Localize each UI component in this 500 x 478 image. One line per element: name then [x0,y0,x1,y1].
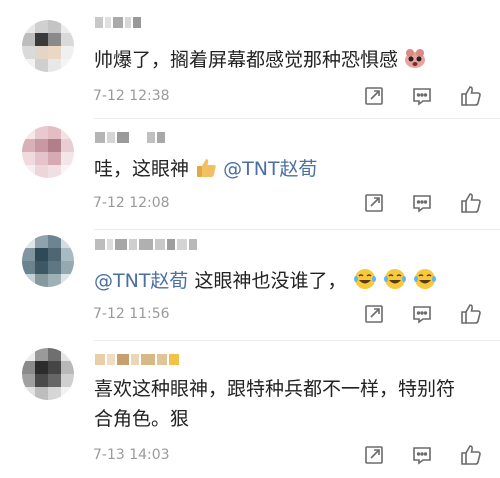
like-icon[interactable] [459,443,483,467]
like-icon[interactable] [459,84,483,108]
comment-text: 帅爆了，搁着屏幕都感觉那种恐惧感 [94,45,426,78]
comment-body: 这眼神也没谁了， [188,270,347,292]
comment-body-line-2: 合角色。狠 [94,408,190,430]
comment-actions [358,443,488,467]
laughing-tears-icon [353,268,377,299]
username-blurred[interactable] [95,130,165,144]
comment-actions [358,84,488,108]
laughing-tears-icon [383,268,407,299]
avatar[interactable] [22,235,74,287]
timestamp: 7-12 12:08 [93,195,170,211]
comment-text: 喜欢这种眼神，跟特种兵都不一样，特别符 合角色。狠 [94,374,455,434]
comment-item: 喜欢这种眼神，跟特种兵都不一样，特别符 合角色。狠 7-13 14:03 [0,340,500,478]
share-icon[interactable] [362,302,386,326]
comment-item: @TNT赵荀 这眼神也没谁了， 7-12 11:56 [0,229,500,343]
comment-text: 哇，这眼神 @TNT赵荀 [94,154,318,187]
comment-actions [358,302,488,326]
comment-icon[interactable] [410,84,434,108]
comment-actions [358,191,488,215]
comment-body: 帅爆了，搁着屏幕都感觉那种恐惧感 [94,49,399,71]
like-icon[interactable] [459,191,483,215]
comment-body: 哇，这眼神 [94,158,190,180]
laughing-tears-icon [413,268,437,299]
share-icon[interactable] [362,84,386,108]
username-blurred[interactable] [95,15,141,29]
user-mention-link[interactable]: @TNT赵荀 [94,270,188,292]
username-blurred[interactable] [95,237,197,251]
timestamp: 7-12 12:38 [93,88,170,104]
comment-icon[interactable] [410,302,434,326]
avatar[interactable] [22,20,74,72]
comment-icon[interactable] [410,191,434,215]
like-icon[interactable] [459,302,483,326]
timestamp: 7-12 11:56 [93,306,170,322]
share-icon[interactable] [362,443,386,467]
avatar[interactable] [22,126,74,178]
user-mention-link[interactable]: @TNT赵荀 [223,158,317,180]
comment-body-line-1: 喜欢这种眼神，跟特种兵都不一样，特别符 [94,378,456,400]
comment-item: 哇，这眼神 @TNT赵荀 7-12 12:08 [0,118,500,232]
timestamp: 7-13 14:03 [93,447,170,463]
comment-icon[interactable] [410,443,434,467]
thumbs-up-icon [195,157,217,187]
avatar[interactable] [22,348,74,400]
comment-item: 帅爆了，搁着屏幕都感觉那种恐惧感 7-12 12:38 [0,0,500,118]
scared-face-icon [404,48,426,78]
share-icon[interactable] [362,191,386,215]
username-blurred[interactable] [95,352,179,366]
comment-text: @TNT赵荀 这眼神也没谁了， [94,266,437,299]
